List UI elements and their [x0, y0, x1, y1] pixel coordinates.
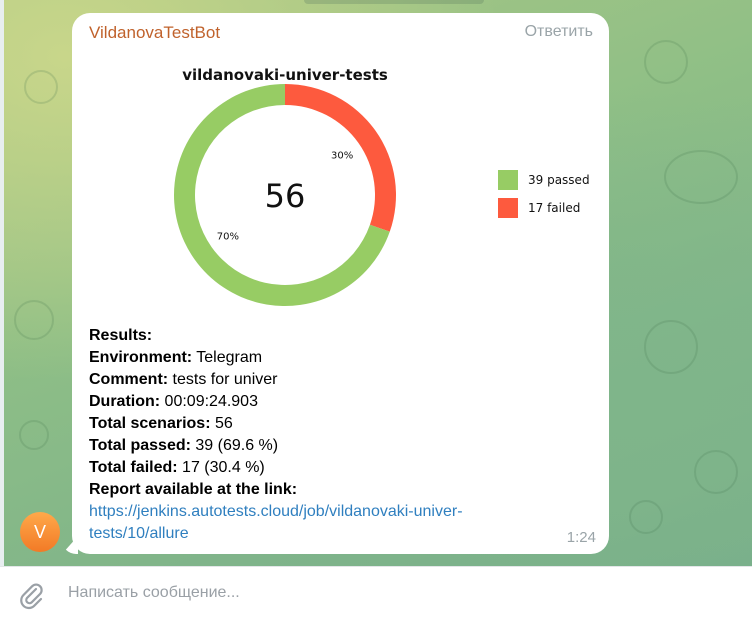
- slice-percent-label: 70%: [217, 232, 239, 243]
- message-time: 1:24: [566, 529, 596, 546]
- report-link[interactable]: https://jenkins.autotests.cloud/job/vild…: [89, 503, 463, 542]
- scenarios-value: 56: [210, 415, 233, 432]
- results-header: Results:: [89, 327, 153, 344]
- message-input[interactable]: Написать сообщение...: [68, 584, 240, 602]
- message-composer: Написать сообщение...: [0, 566, 752, 620]
- legend-label: 17 failed: [528, 201, 580, 215]
- duration-value: 00:09:24.903: [160, 393, 258, 410]
- environment-value: Telegram: [192, 349, 263, 366]
- duration-label: Duration:: [89, 393, 161, 410]
- chart-title: vildanovaki-univer-tests: [182, 66, 388, 84]
- message-bubble[interactable]: VildanovaTestBot Ответить vildanovaki-un…: [72, 13, 609, 554]
- environment-label: Environment:: [89, 349, 193, 366]
- passed-value: 39 (69.6 %): [190, 437, 279, 454]
- slice-percent-label: 30%: [331, 150, 353, 161]
- failed-value: 17 (30.4 %): [177, 459, 265, 476]
- chart-center-total: 56: [265, 177, 306, 215]
- legend-swatch: [498, 170, 518, 190]
- paperclip-icon[interactable]: [17, 581, 47, 611]
- legend-label: 39 passed: [528, 173, 590, 187]
- sender-name[interactable]: VildanovaTestBot: [89, 23, 220, 43]
- failed-label: Total failed:: [89, 459, 178, 476]
- results-text: Results: Environment: Telegram Comment: …: [89, 325, 589, 545]
- bot-avatar[interactable]: V: [20, 512, 60, 552]
- passed-label: Total passed:: [89, 437, 191, 454]
- chart-legend: 39 passed 17 failed: [498, 170, 590, 218]
- allure-pie-chart: vildanovaki-univer-tests 30% 70% 56 39 pa…: [174, 66, 590, 306]
- comment-label: Comment:: [89, 371, 169, 388]
- scenarios-label: Total scenarios:: [89, 415, 211, 432]
- legend-swatch: [498, 198, 518, 218]
- report-label: Report available at the link:: [89, 481, 298, 498]
- reply-button[interactable]: Ответить: [525, 23, 593, 41]
- comment-value: tests for univer: [168, 371, 278, 388]
